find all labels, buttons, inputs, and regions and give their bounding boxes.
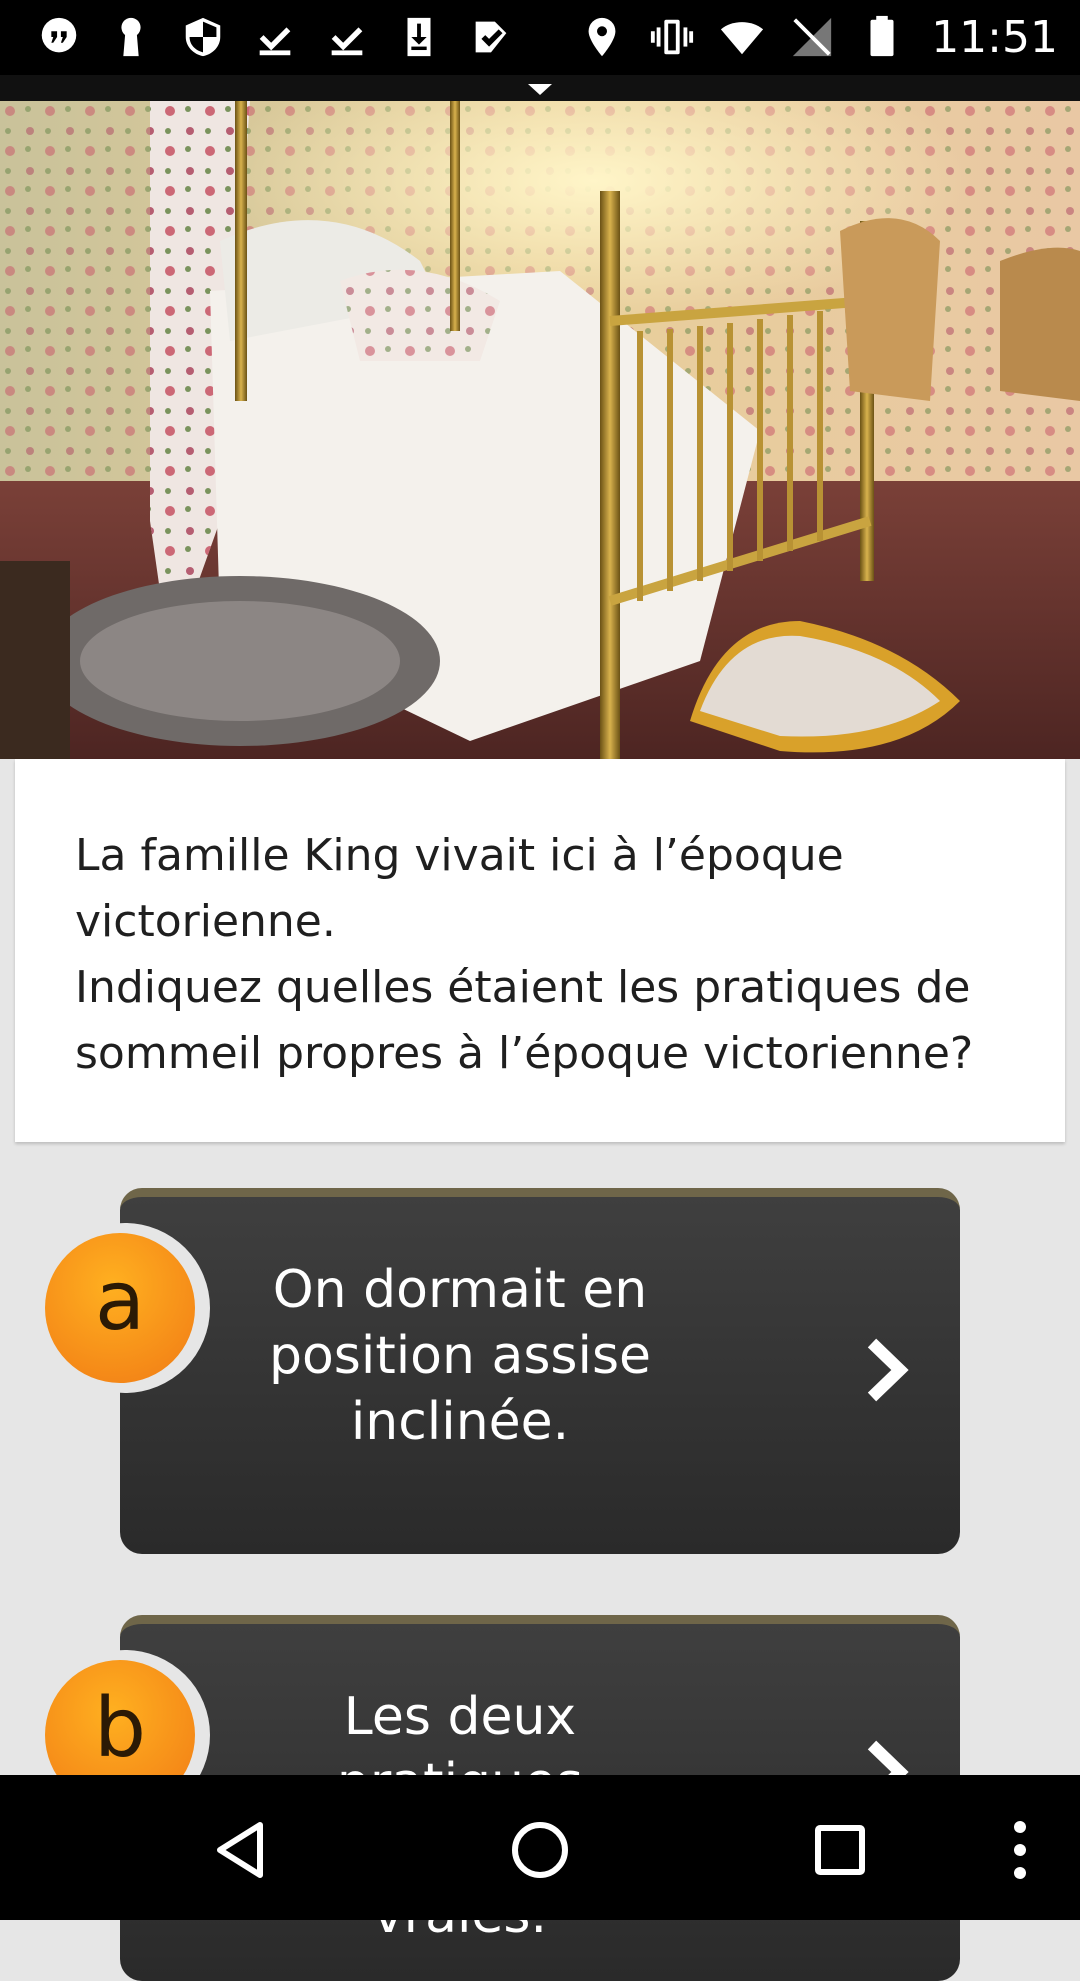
system-navigation-bar [0, 1775, 1080, 1920]
answer-a-text: On dormait en position assise inclinée. [268, 1260, 652, 1452]
location-icon [577, 12, 627, 62]
battery-icon [857, 12, 907, 62]
no-signal-icon [787, 12, 837, 62]
task-check-icon [466, 12, 516, 62]
chevron-down-icon [528, 84, 552, 95]
status-clock: 11:51 [931, 11, 1058, 63]
question-card: La famille King vivait ici à l’époque vi… [15, 759, 1065, 1142]
answer-a-badge[interactable]: a [40, 1223, 210, 1393]
quote-icon [34, 12, 84, 62]
question-text: La famille King vivait ici à l’époque vi… [75, 830, 974, 1079]
status-bar: 11:51 [0, 0, 1080, 75]
back-icon[interactable] [195, 1805, 285, 1895]
notification-pull-handle[interactable] [0, 75, 1080, 101]
download-icon [394, 12, 444, 62]
chevron-right-icon [862, 1337, 912, 1403]
keyhole-icon [106, 12, 156, 62]
download-done-icon [322, 12, 372, 62]
answer-option-a[interactable]: On dormait en position assise inclinée. [120, 1188, 960, 1554]
wifi-icon [717, 12, 767, 62]
victorian-bedroom-photo [0, 101, 1080, 759]
home-icon[interactable] [495, 1805, 585, 1895]
shield-icon [178, 12, 228, 62]
answer-a-letter: a [45, 1233, 195, 1383]
download-done-icon [250, 12, 300, 62]
vibrate-icon [647, 12, 697, 62]
recents-icon[interactable] [795, 1805, 885, 1895]
more-icon[interactable] [975, 1805, 1065, 1895]
